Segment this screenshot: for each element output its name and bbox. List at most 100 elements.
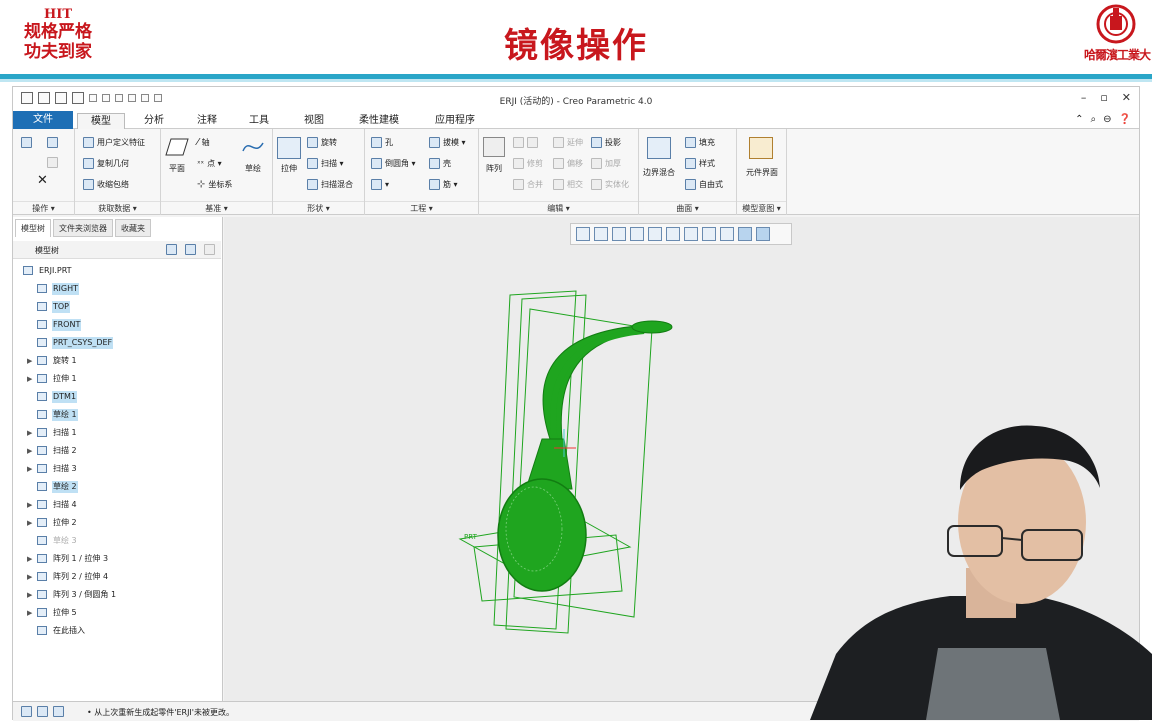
expand-arrow-icon[interactable]: ▶	[27, 609, 32, 617]
shell-button[interactable]: 壳	[429, 158, 451, 169]
swept-blend-button[interactable]: 扫描混合	[307, 179, 353, 190]
expand-arrow-icon[interactable]: ▶	[27, 465, 32, 473]
tree-item[interactable]: 在此插入	[13, 623, 221, 639]
group-footer-shapes[interactable]: 形状 ▾	[273, 201, 364, 215]
zoom-in-icon[interactable]	[594, 227, 608, 241]
thicken-button[interactable]: 加厚	[591, 158, 621, 169]
tree-item[interactable]: RIGHT	[13, 281, 221, 297]
tree-item[interactable]: FRONT	[13, 317, 221, 333]
revolve-button[interactable]: 旋转	[307, 137, 337, 148]
tree-item[interactable]: ▶ 拉伸 1	[13, 371, 221, 387]
tree-item[interactable]: ▶ 阵列 2 / 拉伸 4	[13, 569, 221, 585]
draft-button[interactable]: 拔模 ▾	[429, 137, 466, 148]
style-button[interactable]: 样式	[685, 158, 715, 169]
tree-item[interactable]: ▶ 拉伸 5	[13, 605, 221, 621]
chamfer-button[interactable]: ▾	[371, 179, 389, 190]
view-manager-icon[interactable]	[702, 227, 716, 241]
tree-item[interactable]: ▶ 扫描 4	[13, 497, 221, 513]
group-footer-get-data[interactable]: 获取数据 ▾	[75, 201, 160, 215]
tree-show-icon[interactable]	[185, 244, 196, 255]
browser-toggle-icon[interactable]	[37, 706, 48, 717]
tree-item[interactable]: ERJI.PRT	[13, 263, 221, 279]
tab-applications[interactable]: 应用程序	[421, 113, 489, 129]
hole-button[interactable]: 孔	[371, 137, 393, 148]
tree-item[interactable]: ▶ 阵列 1 / 拉伸 3	[13, 551, 221, 567]
spin-center-icon[interactable]	[756, 227, 770, 241]
merge-button[interactable]: 合并	[513, 179, 543, 190]
fullscreen-icon[interactable]	[53, 706, 64, 717]
tree-item[interactable]: PRT_CSYS_DEF	[13, 335, 221, 351]
copy-icon[interactable]	[47, 137, 58, 148]
tree-item[interactable]: DTM1	[13, 389, 221, 405]
round-button[interactable]: 倒圆角 ▾	[371, 158, 416, 169]
tree-item[interactable]: 草绘 1	[13, 407, 221, 423]
expand-arrow-icon[interactable]: ▶	[27, 429, 32, 437]
display-style-icon[interactable]	[666, 227, 680, 241]
tree-item[interactable]: ▶ 扫描 2	[13, 443, 221, 459]
group-footer-model-intent[interactable]: 模型意图 ▾	[737, 201, 786, 215]
axis-button[interactable]: ⁄ 轴	[197, 137, 210, 148]
copy-geometry-button[interactable]: 复制几何	[83, 158, 129, 169]
group-footer-engineering[interactable]: 工程 ▾	[365, 201, 478, 215]
expand-arrow-icon[interactable]: ▶	[27, 591, 32, 599]
offset-button[interactable]: 偏移	[553, 158, 583, 169]
expand-arrow-icon[interactable]: ▶	[27, 357, 32, 365]
expand-arrow-icon[interactable]: ▶	[27, 375, 32, 383]
tree-item[interactable]: ▶ 扫描 1	[13, 425, 221, 441]
tree-item[interactable]: 草绘 2	[13, 479, 221, 495]
help-icon[interactable]: ❓	[1119, 114, 1131, 125]
tree-item[interactable]: ▶ 扫描 3	[13, 461, 221, 477]
mirror-button[interactable]	[513, 137, 541, 148]
datum-display-icon[interactable]	[720, 227, 734, 241]
tab-model[interactable]: 模型	[77, 113, 125, 129]
tab-favorites[interactable]: 收藏夹	[115, 219, 151, 237]
expand-arrow-icon[interactable]: ▶	[27, 573, 32, 581]
extend-button[interactable]: 延伸	[553, 137, 583, 148]
annotation-display-icon[interactable]	[738, 227, 752, 241]
nav-toggle-icon[interactable]	[21, 706, 32, 717]
tree-settings-icon[interactable]	[166, 244, 177, 255]
tab-view[interactable]: 视图	[289, 113, 339, 129]
group-footer-editing[interactable]: 编辑 ▾	[479, 201, 638, 215]
group-footer-datum[interactable]: 基准 ▾	[161, 201, 272, 215]
expand-arrow-icon[interactable]: ▶	[27, 447, 32, 455]
tree-item[interactable]: 草绘 3	[13, 533, 221, 549]
freestyle-button[interactable]: 自由式	[685, 179, 723, 190]
refit-icon[interactable]	[576, 227, 590, 241]
solidify-button[interactable]: 实体化	[591, 179, 629, 190]
sweep-button[interactable]: 扫描 ▾	[307, 158, 344, 169]
tab-file[interactable]: 文件	[13, 111, 73, 129]
intersect-button[interactable]: 相交	[553, 179, 583, 190]
tree-item[interactable]: ▶ 阵列 3 / 倒圆角 1	[13, 587, 221, 603]
search-icon[interactable]: ⌕	[1091, 114, 1097, 125]
expand-arrow-icon[interactable]: ▶	[27, 555, 32, 563]
shrinkwrap-button[interactable]: 收缩包络	[83, 179, 129, 190]
settings-icon[interactable]: ⊖	[1103, 114, 1111, 125]
tree-item[interactable]: TOP	[13, 299, 221, 315]
tab-tools[interactable]: 工具	[235, 113, 283, 129]
maximize-button[interactable]: ▫	[1100, 91, 1107, 104]
rib-button[interactable]: 筋 ▾	[429, 179, 458, 190]
minimize-button[interactable]: –	[1081, 91, 1087, 104]
expand-arrow-icon[interactable]: ▶	[27, 501, 32, 509]
tab-folder-browser[interactable]: 文件夹浏览器	[53, 219, 113, 237]
project-button[interactable]: 投影	[591, 137, 621, 148]
fill-button[interactable]: 填充	[685, 137, 715, 148]
group-footer-operations[interactable]: 操作 ▾	[13, 201, 74, 215]
repaint-icon[interactable]	[630, 227, 644, 241]
zoom-out-icon[interactable]	[612, 227, 626, 241]
saved-views-icon[interactable]	[684, 227, 698, 241]
collapse-ribbon-icon[interactable]: ⌃	[1075, 114, 1083, 125]
point-button[interactable]: ˣˣ 点 ▾	[197, 158, 222, 169]
udf-button[interactable]: 用户定义特征	[83, 137, 145, 148]
tab-model-tree[interactable]: 模型树	[15, 219, 51, 237]
perspective-icon[interactable]	[648, 227, 662, 241]
tree-item[interactable]: ▶ 旋转 1	[13, 353, 221, 369]
tab-analysis[interactable]: 分析	[129, 113, 179, 129]
tab-annotate[interactable]: 注释	[183, 113, 231, 129]
tree-item[interactable]: ▶ 拉伸 2	[13, 515, 221, 531]
expand-arrow-icon[interactable]: ▶	[27, 519, 32, 527]
delete-icon[interactable]: ✕	[37, 173, 48, 188]
regenerate-icon[interactable]	[21, 137, 32, 148]
tab-flexible-modeling[interactable]: 柔性建模	[347, 113, 411, 129]
